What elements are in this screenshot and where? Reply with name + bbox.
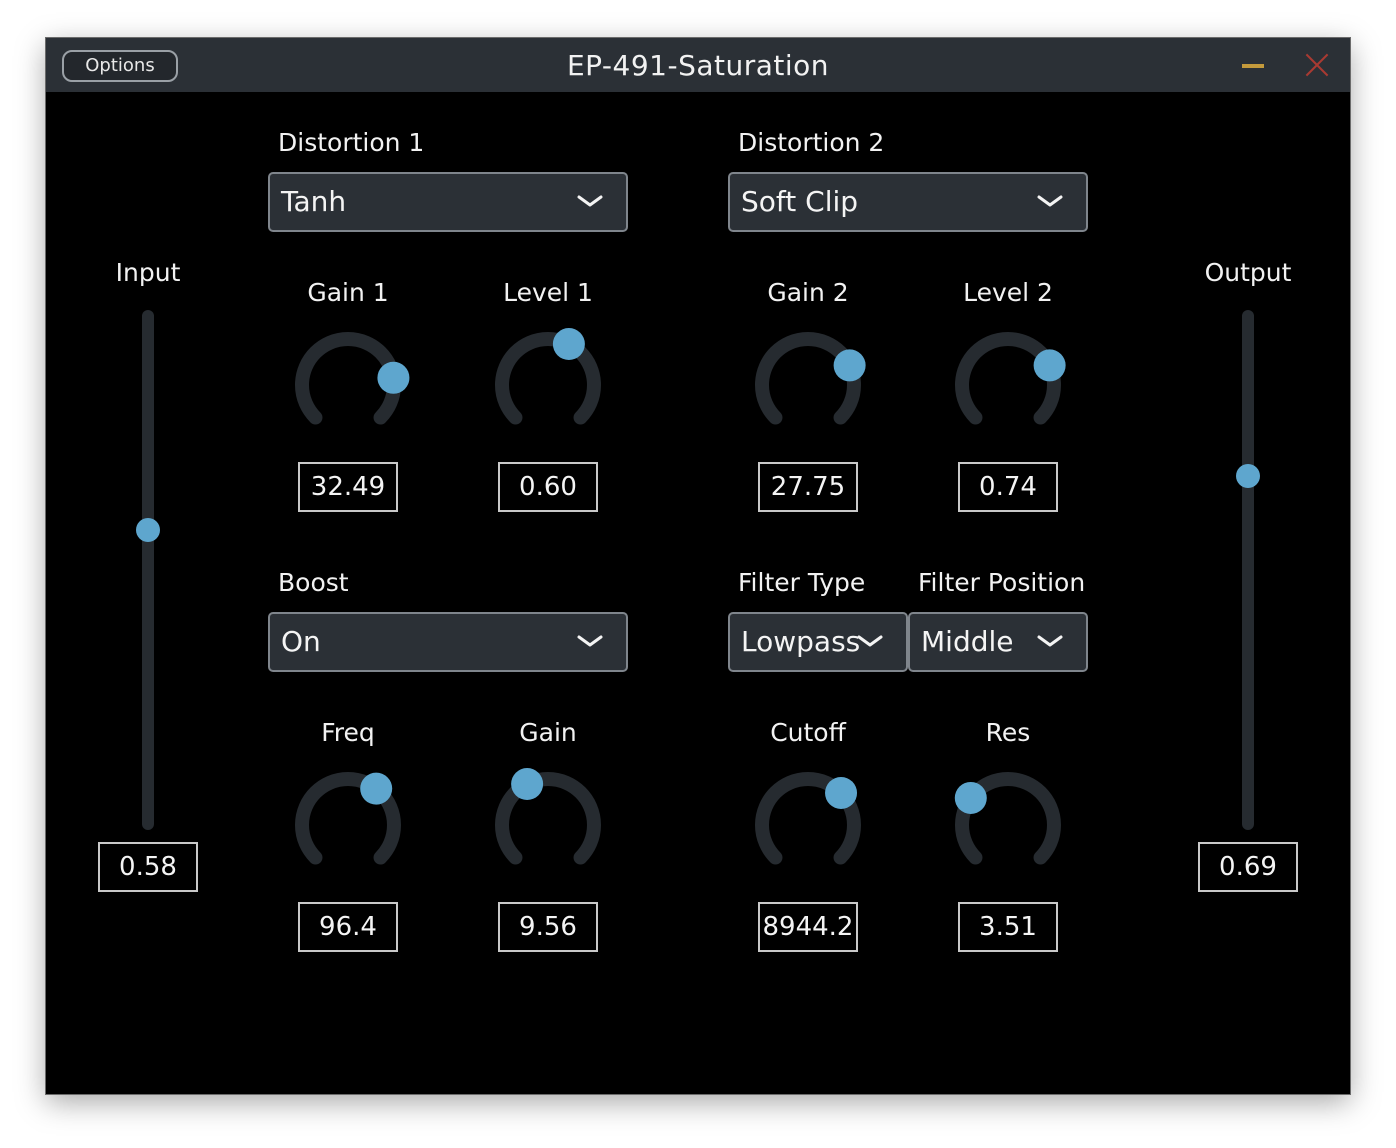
res-label: Res [985,718,1031,747]
boost-gain-knob[interactable] [483,758,613,888]
distortion2-label: Distortion 2 [738,128,885,157]
level2-value-field[interactable]: 0.74 [958,462,1058,512]
chevron-down-icon [577,195,603,207]
output-slider[interactable] [1228,310,1268,830]
output-slider-track [1242,310,1254,830]
output-value-field[interactable]: 0.69 [1198,842,1298,892]
title-bar: EP-491-Saturation Options [46,38,1350,92]
knob-handle[interactable] [954,781,987,814]
filter-type-label: Filter Type [738,568,866,597]
boost-label: Boost [278,568,349,597]
cutoff-value-field[interactable]: 8944.2 [758,902,858,952]
level2-knob[interactable] [943,318,1073,448]
chevron-down-icon [1037,195,1063,207]
boost-gain-label: Gain [519,718,577,747]
close-icon[interactable] [1304,52,1330,78]
level2-label: Level 2 [963,278,1053,307]
distortion1-selected: Tanh [281,185,347,218]
window-title: EP-491-Saturation [566,49,830,82]
output-slider-thumb[interactable] [1236,463,1260,488]
freq-value-field[interactable]: 96.4 [298,902,398,952]
chevron-down-icon [857,635,883,647]
options-button[interactable]: Options [62,50,178,82]
gain2-value-field[interactable]: 27.75 [758,462,858,512]
cutoff-knob[interactable] [743,758,873,888]
filter-type-selected: Lowpass [741,625,861,658]
input-slider-thumb[interactable] [136,518,160,543]
input-slider[interactable] [128,310,168,830]
knob-handle[interactable] [360,772,393,805]
plugin-window: EP-491-Saturation Options Input 0.58 Out… [45,37,1351,1095]
gain2-knob[interactable] [743,318,873,448]
minimize-icon[interactable] [1242,64,1264,68]
distortion1-select[interactable]: Tanh [268,172,628,232]
filter-type-select[interactable]: Lowpass [728,612,908,672]
input-slider-track [142,310,154,830]
boost-gain-value-field[interactable]: 9.56 [498,902,598,952]
gain1-value-field[interactable]: 32.49 [298,462,398,512]
res-knob[interactable] [943,758,1073,888]
input-value-field[interactable]: 0.58 [98,842,198,892]
cutoff-label: Cutoff [770,718,846,747]
chevron-down-icon [1037,635,1063,647]
gain1-knob[interactable] [283,318,413,448]
level1-value-field[interactable]: 0.60 [498,462,598,512]
input-label: Input [115,258,181,287]
output-label: Output [1204,258,1292,287]
filter-position-label: Filter Position [918,568,1086,597]
knob-handle[interactable] [825,776,858,809]
freq-knob[interactable] [283,758,413,888]
knob-handle[interactable] [377,361,410,394]
knob-handle[interactable] [552,328,585,361]
boost-select[interactable]: On [268,612,628,672]
boost-selected: On [281,625,321,658]
knob-handle[interactable] [1033,349,1066,382]
distortion1-label: Distortion 1 [278,128,425,157]
chevron-down-icon [577,635,603,647]
level1-knob[interactable] [483,318,613,448]
knob-handle[interactable] [833,349,866,382]
filter-position-selected: Middle [921,625,1014,658]
filter-position-select[interactable]: Middle [908,612,1088,672]
distortion2-selected: Soft Clip [741,185,859,218]
distortion2-select[interactable]: Soft Clip [728,172,1088,232]
level1-label: Level 1 [503,278,593,307]
res-value-field[interactable]: 3.51 [958,902,1058,952]
knob-handle[interactable] [511,768,544,801]
gain2-label: Gain 2 [767,278,849,307]
freq-label: Freq [321,718,375,747]
gain1-label: Gain 1 [307,278,389,307]
